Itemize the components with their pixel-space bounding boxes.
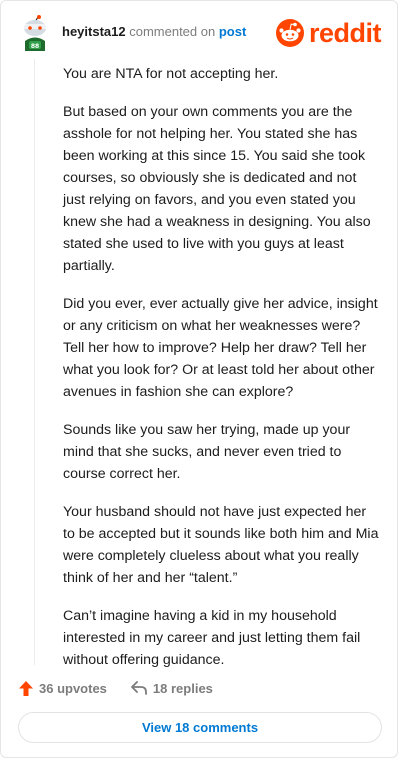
comment-paragraph: Can’t imagine having a kid in my househo… xyxy=(63,608,361,668)
comment-header: 88 heyitsta12 commented on post reddit xyxy=(19,15,382,55)
upvote-button[interactable]: 36 upvotes xyxy=(19,680,107,696)
comment-card: 88 heyitsta12 commented on post reddit Y… xyxy=(0,0,398,758)
comment-paragraph: Your husband should not have just expect… xyxy=(63,504,379,586)
username[interactable]: heyitsta12 xyxy=(62,24,126,39)
comment-paragraph: Sounds like you saw her trying, made up … xyxy=(63,422,351,482)
view-comments-button[interactable]: View 18 comments xyxy=(18,712,382,743)
comment-paragraph: You are NTA for not accepting her. xyxy=(63,66,279,82)
commented-on-text: commented on xyxy=(129,24,216,39)
reddit-logo[interactable]: reddit xyxy=(275,18,382,48)
svg-text:88: 88 xyxy=(31,43,39,50)
thread-line[interactable] xyxy=(34,59,35,665)
upvote-count: 36 upvotes xyxy=(39,680,107,696)
upvote-arrow-icon xyxy=(19,680,33,696)
post-link[interactable]: post xyxy=(219,24,246,39)
comment-paragraph: Did you ever, ever actually give her adv… xyxy=(63,296,378,400)
reddit-wordmark: reddit xyxy=(308,18,382,48)
reddit-snoo-icon xyxy=(275,19,304,47)
comment-meta: heyitsta12 commented on post xyxy=(62,24,246,39)
reply-arrow-icon xyxy=(131,681,147,695)
reply-count: 18 replies xyxy=(152,680,213,696)
comment-actions: 36 upvotes 18 replies xyxy=(19,677,237,699)
user-avatar[interactable]: 88 xyxy=(19,15,51,51)
replies-button[interactable]: 18 replies xyxy=(131,681,213,696)
comment-paragraph: But based on your own comments you are t… xyxy=(63,104,371,274)
comment-body: You are NTA for not accepting her. But b… xyxy=(63,63,381,687)
